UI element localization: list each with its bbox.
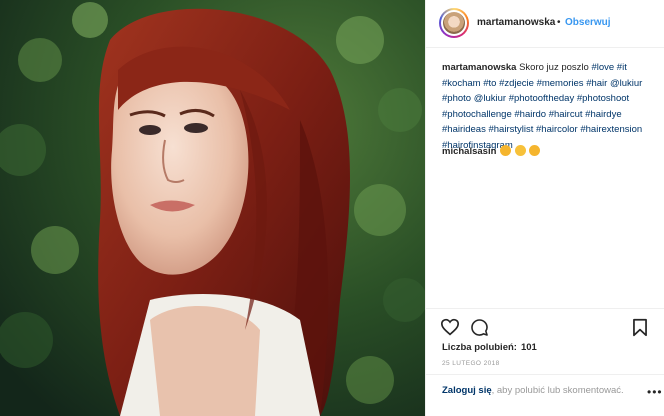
- avatar-image: [441, 10, 467, 36]
- hashtag[interactable]: #photochallenge: [442, 109, 512, 120]
- post-sidebar: martamanowska • Obserwuj martamanowska S…: [425, 0, 664, 416]
- username-link[interactable]: martamanowska: [477, 17, 555, 28]
- heart-eyes-emoji: [529, 145, 541, 156]
- comment-icon[interactable]: [470, 318, 489, 342]
- avatar[interactable]: [439, 8, 469, 38]
- avatar-face: [443, 12, 465, 34]
- hashtag[interactable]: #hairstylist: [488, 124, 533, 135]
- clapping-hands-emoji: [500, 145, 512, 156]
- bookmark-icon[interactable]: [632, 318, 648, 342]
- follow-button[interactable]: Obserwuj: [565, 17, 611, 28]
- post-caption: martamanowska Skoro juz poszlo #love #it…: [442, 60, 652, 154]
- hashtag[interactable]: #hairextension: [580, 124, 642, 135]
- hashtag[interactable]: #zdjecie: [499, 78, 534, 89]
- hashtag[interactable]: #hairideas: [442, 124, 486, 135]
- post-date[interactable]: 25 LUTEGO 2018: [442, 360, 500, 367]
- likes-label: Liczba polubień:: [442, 342, 517, 353]
- comment-username[interactable]: michalsasin: [442, 146, 496, 157]
- likes-count[interactable]: Liczba polubień: 101: [442, 342, 537, 353]
- login-prompt: Zaloguj się, aby polubić lub skomentować…: [442, 384, 642, 397]
- hashtag[interactable]: #hairdo: [514, 109, 546, 120]
- mention[interactable]: @lukiur: [610, 78, 642, 89]
- login-text: , aby polubić lub skomentować.: [491, 385, 624, 396]
- comment-item: michalsasin: [442, 144, 652, 159]
- flexed-biceps-emoji: [514, 145, 526, 156]
- hashtag[interactable]: #hair: [586, 78, 607, 89]
- hashtag[interactable]: #photo: [442, 93, 471, 104]
- hashtag[interactable]: #haircolor: [536, 124, 578, 135]
- login-link[interactable]: Zaloguj się: [442, 385, 492, 396]
- caption-text: Skoro juz poszlo: [519, 62, 589, 73]
- hashtag[interactable]: #to: [483, 78, 496, 89]
- hashtag[interactable]: #photoshoot: [577, 93, 629, 104]
- hashtag[interactable]: #love: [591, 62, 614, 73]
- separator-dot: •: [557, 17, 561, 28]
- instagram-post: martamanowska • Obserwuj martamanowska S…: [0, 0, 664, 416]
- hashtag[interactable]: #kocham: [442, 78, 481, 89]
- portrait-image: [0, 0, 425, 416]
- hashtag[interactable]: #memories: [537, 78, 584, 89]
- likes-number: 101: [520, 342, 537, 353]
- heart-icon[interactable]: [440, 318, 460, 341]
- post-photo[interactable]: [0, 0, 425, 416]
- hashtag[interactable]: #hairdye: [585, 109, 621, 120]
- hashtag[interactable]: #haircut: [549, 109, 583, 120]
- caption-username[interactable]: martamanowska: [442, 62, 516, 73]
- hashtag[interactable]: #photooftheday: [509, 93, 575, 104]
- mention[interactable]: @lukiur: [474, 93, 506, 104]
- more-options-icon[interactable]: •••: [647, 385, 663, 399]
- post-header: martamanowska • Obserwuj: [426, 0, 664, 48]
- hashtag[interactable]: #it: [617, 62, 627, 73]
